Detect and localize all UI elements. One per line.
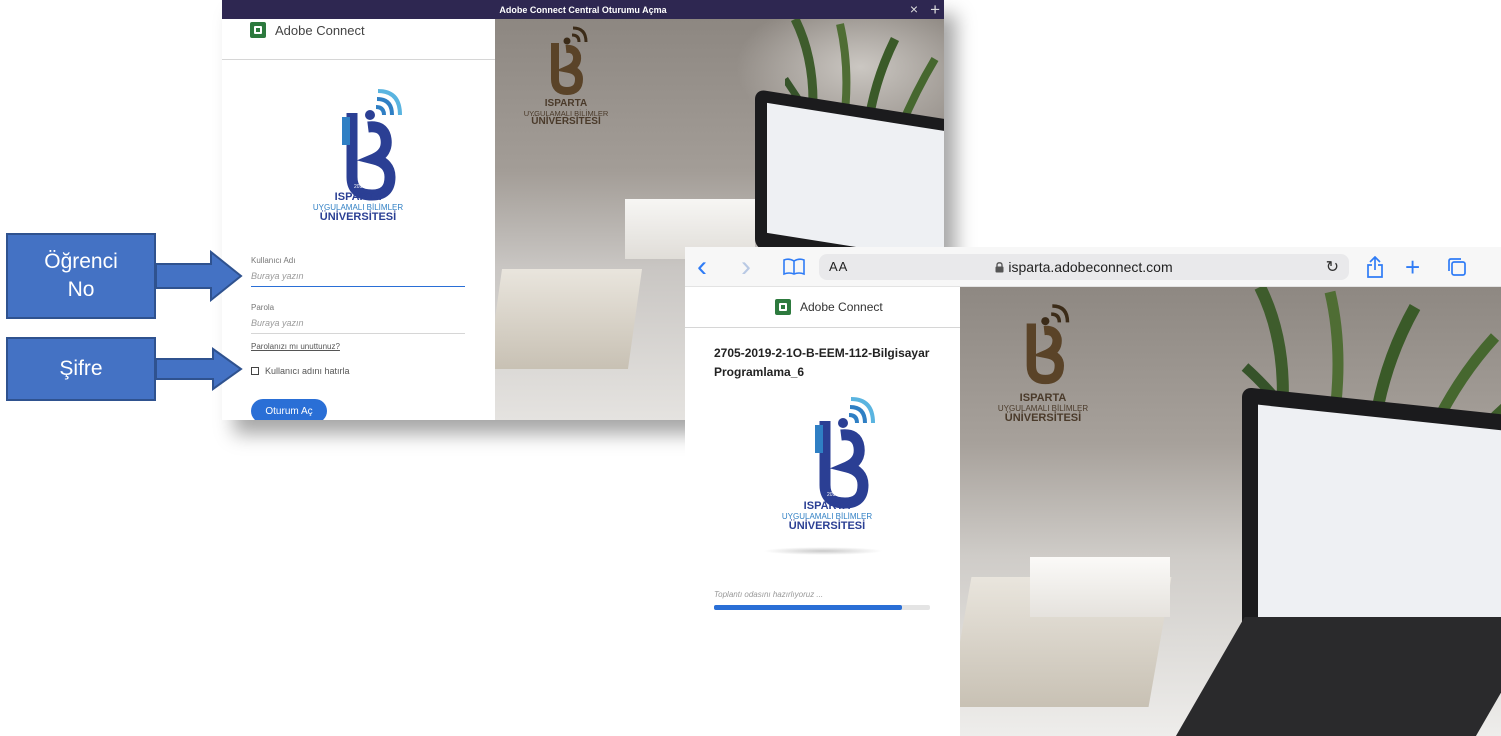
- reload-icon[interactable]: ↻: [1326, 257, 1339, 277]
- university-line3: ÜNİVERSİTESİ: [319, 210, 397, 223]
- login-button[interactable]: Oturum Aç: [251, 399, 327, 420]
- username-underline: [251, 286, 465, 287]
- password-callout: Şifre: [6, 337, 156, 401]
- url-group: isparta.adobeconnect.com: [819, 254, 1349, 280]
- photo-logo-line1: ISPARTA: [1019, 392, 1067, 404]
- photo-university-name: ISPARTA UYGULAMALI BİLİMLER ÜNİVERSİTESİ: [503, 98, 629, 128]
- brand-name: Adobe Connect: [275, 22, 365, 38]
- meeting-loading-panel: Adobe Connect 2705-2019-2-1O-B-EEM-112-B…: [685, 287, 960, 736]
- university-name: ISPARTA UYGULAMALI BİLİMLER ÜNİVERSİTESİ: [282, 191, 434, 223]
- progress-fill: [714, 605, 902, 610]
- new-tab-icon[interactable]: +: [1405, 247, 1420, 287]
- student-no-callout-text: Öğrenci No: [44, 250, 118, 301]
- adobe-connect-logo-icon: [250, 22, 266, 38]
- photo-university-emblem-icon: [551, 26, 588, 96]
- url-text: isparta.adobeconnect.com: [1008, 259, 1173, 275]
- adobe-connect-logo-icon: [775, 299, 791, 315]
- close-icon[interactable]: ×: [910, 0, 918, 19]
- browser-toolbar: ‹ › AA isparta.adobeconnect.com ↻ +: [685, 247, 1501, 287]
- book-image: [495, 269, 643, 369]
- username-label: Kullanıcı Adı: [251, 256, 296, 265]
- meeting-name: 2705-2019-2-1O-B-EEM-112-Bilgisayar Prog…: [714, 346, 930, 379]
- remember-checkbox[interactable]: [251, 367, 259, 375]
- university-logo: 2018: [783, 393, 883, 513]
- window-title: Adobe Connect Central Oturumu Açma: [499, 4, 667, 15]
- password-callout-text: Şifre: [59, 357, 103, 380]
- forward-icon[interactable]: ›: [741, 247, 751, 287]
- university-line1: ISPARTA: [334, 191, 382, 203]
- browser-window: ‹ › AA isparta.adobeconnect.com ↻ + Adob…: [685, 247, 1501, 736]
- back-icon[interactable]: ‹: [697, 247, 707, 287]
- photo-university-emblem-icon: [1026, 304, 1070, 385]
- adobe-connect-brand: Adobe Connect: [775, 299, 883, 315]
- student-no-callout: Öğrenci No: [6, 233, 156, 319]
- university-year: 2018: [827, 492, 839, 498]
- divider: [685, 327, 960, 328]
- bookmarks-icon[interactable]: [783, 258, 805, 276]
- laptop-screen: [767, 102, 944, 262]
- notebook-image: [1030, 557, 1170, 617]
- new-tab-icon[interactable]: +: [930, 0, 940, 19]
- university-name: ISPARTA UYGULAMALI BİLİMLER ÜNİVERSİTESİ: [751, 500, 903, 532]
- university-line3: ÜNİVERSİTESİ: [788, 519, 866, 532]
- tabs-icon[interactable]: [1447, 257, 1467, 277]
- username-input[interactable]: Buraya yazın: [251, 271, 304, 281]
- progress-track: [714, 605, 930, 610]
- laptop-keyboard-image: [1175, 617, 1501, 736]
- password-underline: [251, 333, 465, 334]
- password-label: Parola: [251, 303, 275, 312]
- status-text: Toplantı odasını hazırlıyoruz ...: [714, 590, 824, 599]
- forgot-password-link[interactable]: Parolanızı mı unuttunuz?: [251, 342, 340, 351]
- arrow-right-icon: [155, 250, 243, 302]
- address-bar[interactable]: AA isparta.adobeconnect.com ↻: [819, 254, 1349, 280]
- photo-logo-line3: ÜNİVERSİTESİ: [531, 116, 601, 128]
- photo-logo-line3: ÜNİVERSİTESİ: [1004, 411, 1082, 424]
- arrow-right-icon: [155, 347, 243, 391]
- login-panel: Adobe Connect 2018 ISPARTA UYGULAMALI Bİ…: [222, 19, 495, 420]
- university-line1: ISPARTA: [803, 500, 851, 512]
- university-year: 2018: [354, 184, 366, 190]
- brand-name: Adobe Connect: [800, 300, 883, 314]
- window-title-bar: Adobe Connect Central Oturumu Açma × +: [222, 0, 944, 19]
- photo-university-name: ISPARTA UYGULAMALI BİLİMLER ÜNİVERSİTESİ: [978, 392, 1108, 424]
- background-photo: ISPARTA UYGULAMALI BİLİMLER ÜNİVERSİTESİ: [960, 287, 1501, 736]
- logo-shadow: [763, 547, 883, 555]
- adobe-connect-brand: Adobe Connect: [250, 22, 365, 38]
- divider: [222, 59, 495, 60]
- remember-username-row[interactable]: Kullanıcı adını hatırla: [251, 366, 350, 376]
- share-icon[interactable]: [1366, 256, 1384, 278]
- password-input[interactable]: Buraya yazın: [251, 318, 304, 328]
- remember-label: Kullanıcı adını hatırla: [265, 366, 350, 376]
- lock-icon: [995, 261, 1004, 272]
- photo-logo-line1: ISPARTA: [544, 98, 588, 109]
- university-logo: 2018: [310, 85, 410, 205]
